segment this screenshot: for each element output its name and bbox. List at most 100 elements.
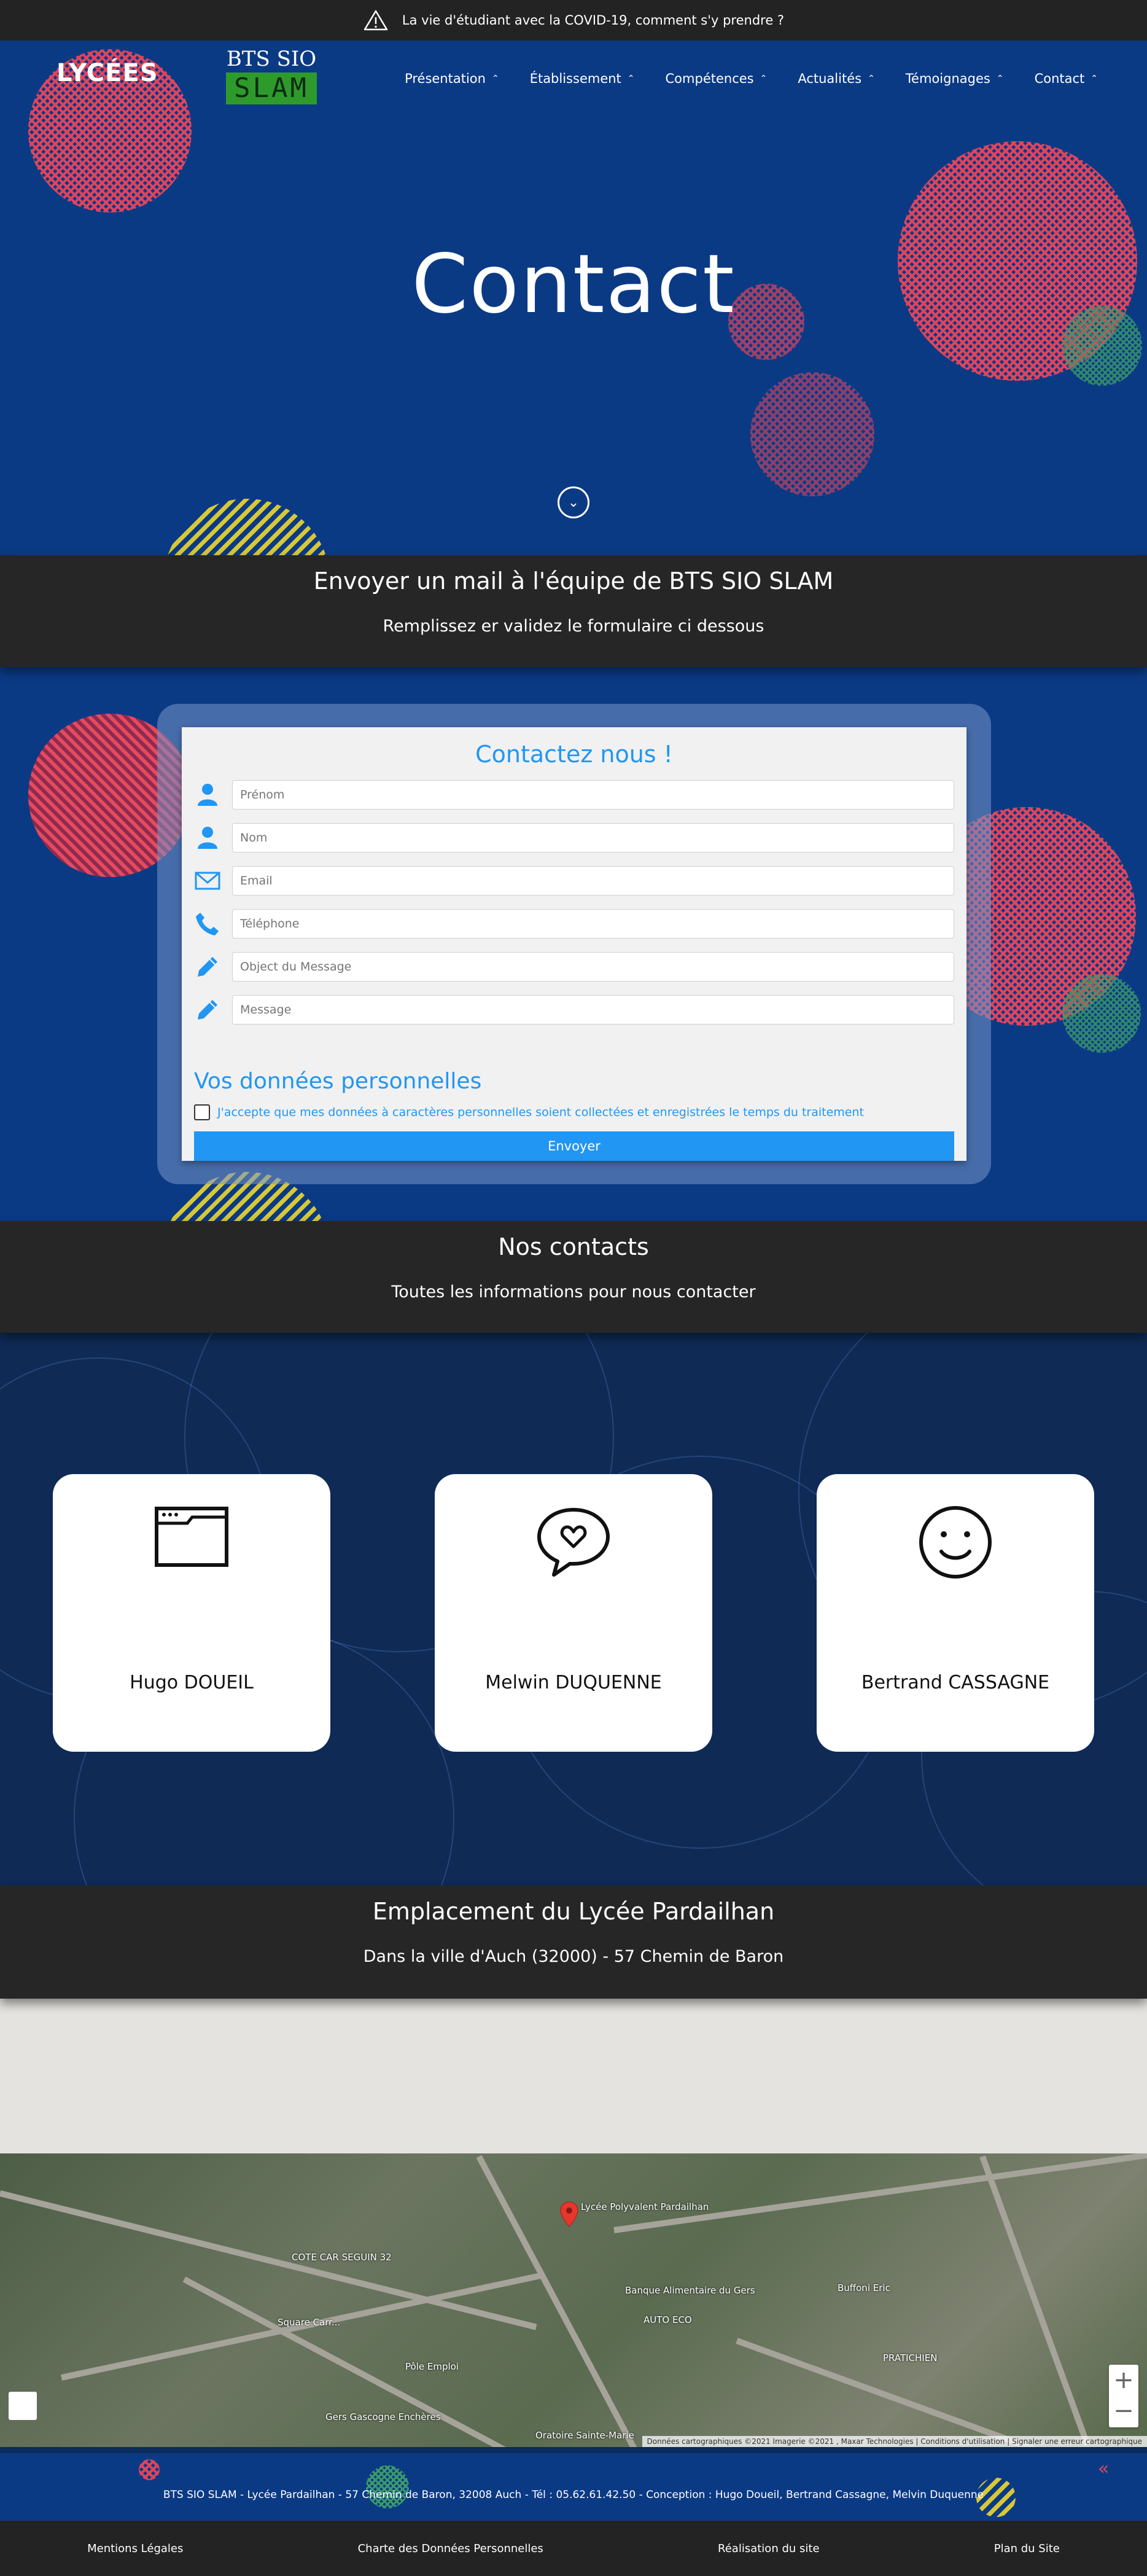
form-frame: Contactez nous ! Prénom Nom Email Téléph… [157,704,991,1184]
field-row-message [194,995,955,1025]
section-title: Nos contacts [498,1233,649,1260]
contact-card-bertrand[interactable]: Bertrand CASSAGNE [817,1474,1094,1752]
satellite-map-imagery[interactable]: COTE CAR SEGUIN 32 Square Carr... Banque… [0,2153,1147,2447]
field-row-email [194,866,955,896]
zoom-in-button[interactable]: + [1109,2365,1138,2395]
field-row-subject [194,952,955,982]
zoom-control: + − [1109,2365,1138,2427]
footer-links: Mentions Légales Charte des Données Pers… [0,2521,1147,2576]
map-road [0,2190,537,2330]
chevron-up-icon: ⌃ [491,74,499,84]
submit-button[interactable]: Envoyer [194,1131,954,1161]
map-label: Buffoni Eric [838,2282,890,2293]
double-chevron-left-icon: « [1098,2458,1110,2480]
footer-link-charte[interactable]: Charte des Données Personnelles [358,2542,543,2555]
decorative-circle [163,499,330,555]
subject-input[interactable] [232,952,954,982]
footer-link-mentions[interactable]: Mentions Légales [87,2542,183,2555]
map-attribution[interactable]: Données cartographiques ©2021 Imagerie ©… [642,2436,1147,2447]
contact-form-section: Contactez nous ! Prénom Nom Email Téléph… [0,667,1147,1221]
phone-input[interactable] [232,909,954,939]
scroll-down-button[interactable]: ⌄ [558,486,589,518]
zoom-out-button[interactable]: − [1109,2395,1138,2426]
section-subtitle: Remplissez er validez le formulaire ci d… [383,617,764,636]
consent-checkbox[interactable] [194,1104,210,1120]
user-icon [198,784,217,806]
map-label: Pôle Emploi [405,2361,459,2372]
field-row-prenom [194,780,955,810]
contacts-section: Hugo DOUEIL Melwin DUQUENNE Bertrand CAS… [0,1333,1147,1886]
map-road [613,2153,1147,2233]
envelope-icon [195,872,220,890]
footer-link-realisation[interactable]: Réalisation du site [718,2542,819,2555]
email-input[interactable] [232,866,954,896]
speech-bubble-heart-icon [537,1508,610,1577]
consent-label[interactable]: J'accepte que mes données à caractères p… [217,1106,864,1119]
chevron-up-icon: ⌃ [760,74,768,84]
map-label: AUTO ECO [643,2314,692,2325]
chevron-up-icon: ⌃ [868,74,875,84]
nav-label: Actualités [798,71,862,86]
form-title: Contactez nous ! [475,741,673,768]
map-label: PRATICHIEN [883,2352,938,2363]
footer-info: « BTS SIO SLAM - Lycée Pardailhan - 57 C… [0,2453,1147,2521]
contact-name: Melwin DUQUENNE [485,1672,662,1693]
personal-data-title: Vos données personnelles [194,1069,482,1094]
smiley-icon [919,1506,992,1579]
nav-label: Compétences [665,71,754,86]
section-subtitle: Dans la ville d'Auch (32000) - 57 Chemin… [363,1947,784,1966]
pencil-icon [198,1000,217,1020]
contact-name: Bertrand CASSAGNE [861,1672,1050,1693]
browser-window-icon [155,1507,228,1567]
nav-label: Établissement [529,71,621,86]
map-road [476,2155,655,2447]
map-label: COTE CAR SEGUIN 32 [292,2252,392,2263]
nav-item-presentation[interactable]: Présentation ⌃ [405,71,499,86]
mail-section-header: Envoyer un mail à l'équipe de BTS SIO SL… [0,555,1147,667]
message-input[interactable] [232,995,954,1025]
contact-form: Contactez nous ! Prénom Nom Email Téléph… [182,727,966,1161]
map-road [979,2155,1091,2446]
nav-label: Contact [1034,71,1085,86]
decorative-circle [1062,974,1141,1053]
bts-sio-slam-logo[interactable]: BTS SIO SLAM [226,47,317,107]
nav-label: Témoignages [905,71,990,86]
nav-item-actualites[interactable]: Actualités ⌃ [798,71,874,86]
last-name-input[interactable] [232,823,954,853]
covid-banner[interactable]: La vie d'étudiant avec la COVID-19, comm… [0,0,1147,41]
map-label: Banque Alimentaire du Gers [625,2285,755,2296]
lycees-logo[interactable]: LYCÉES [56,59,158,87]
chevron-up-icon: ⌃ [627,74,635,84]
first-name-input[interactable] [232,780,954,810]
nav-label: Présentation [405,71,486,86]
location-section-header: Emplacement du Lycée Pardailhan Dans la … [0,1886,1147,1999]
chevron-up-icon: ⌃ [1091,74,1098,84]
chevron-down-icon: ⌄ [567,494,580,510]
hero-section: LYCÉES BTS SIO SLAM Présentation ⌃ Établi… [0,41,1147,555]
decorative-circle [366,2465,409,2508]
google-map[interactable]: COTE CAR SEGUIN 32 Square Carr... Banque… [0,1999,1147,2447]
nav-item-competences[interactable]: Compétences ⌃ [666,71,768,86]
banner-text[interactable]: La vie d'étudiant avec la COVID-19, comm… [402,13,784,28]
logo-bts-top: BTS SIO [226,47,317,71]
contact-card-melwin[interactable]: Melwin DUQUENNE [435,1474,712,1752]
map-pin-icon[interactable] [560,2201,578,2227]
decorative-circle [139,2459,160,2480]
section-title: Envoyer un mail à l'équipe de BTS SIO SL… [313,568,834,595]
footer-link-plan[interactable]: Plan du Site [994,2542,1060,2555]
map-label: Gers Gascogne Enchères [325,2411,441,2422]
warning-icon [364,10,388,31]
map-label: Square Carr... [278,2317,341,2328]
field-row-phone [194,909,955,939]
decorative-circle [750,372,874,496]
main-nav: Présentation ⌃ Établissement ⌃ Compétences… [405,71,1098,86]
nav-item-temoignages[interactable]: Témoignages ⌃ [906,71,1004,86]
phone-icon [196,913,219,935]
map-label: Oratoire Sainte-Marie [535,2430,634,2441]
nav-item-contact[interactable]: Contact ⌃ [1035,71,1098,86]
fullscreen-button[interactable] [9,2392,37,2420]
section-subtitle: Toutes les informations pour nous contac… [391,1282,756,1302]
pencil-icon [198,957,217,977]
nav-item-etablissement[interactable]: Établissement ⌃ [530,71,635,86]
contact-card-hugo[interactable]: Hugo DOUEIL [53,1474,330,1752]
